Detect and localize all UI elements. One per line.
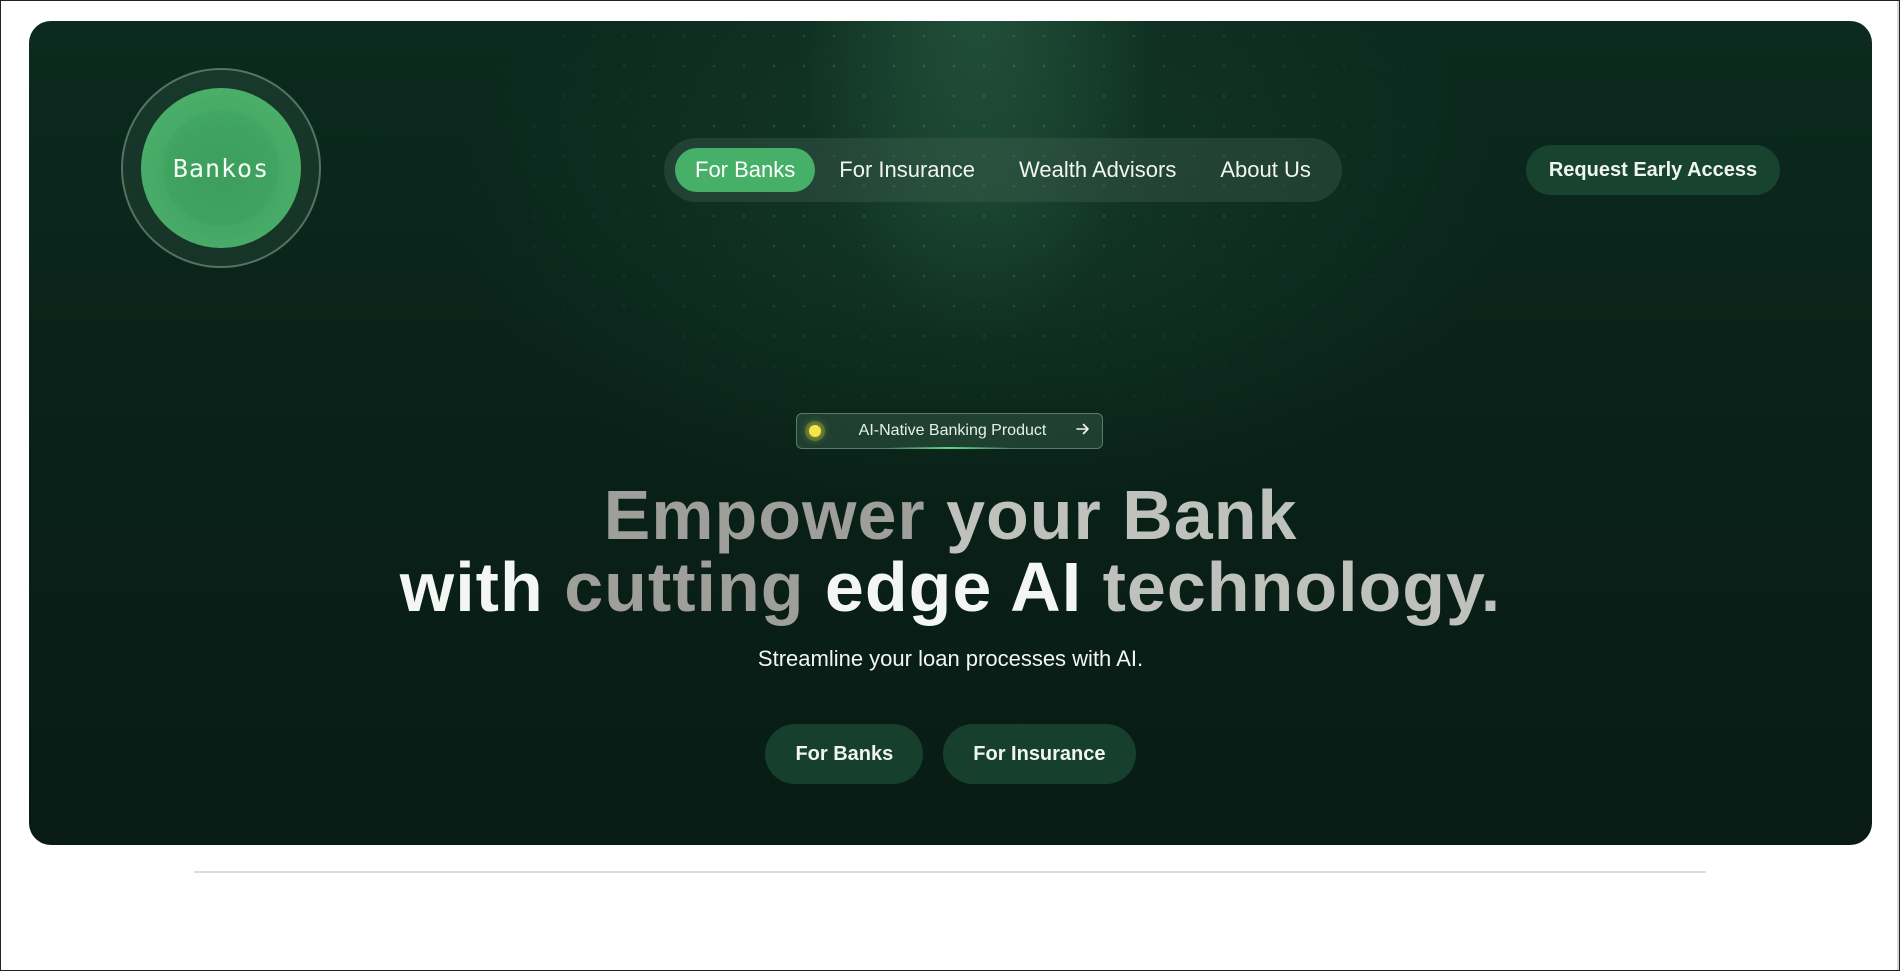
product-badge[interactable]: AI-Native Banking Product: [796, 413, 1103, 449]
logo[interactable]: Bankos: [121, 68, 321, 268]
logo-text: Bankos: [172, 153, 270, 183]
nav-item-about-us[interactable]: About Us: [1200, 148, 1331, 192]
headline-word: Empower: [603, 476, 926, 554]
section-divider: [194, 871, 1706, 873]
hero-button-row: For Banks For Insurance: [29, 724, 1872, 784]
scrollbar[interactable]: [1897, 1, 1899, 970]
request-early-access-button[interactable]: Request Early Access: [1526, 145, 1780, 195]
headline-word: AI: [1010, 548, 1083, 626]
headline-line-1: Empower your Bank: [29, 479, 1872, 551]
headline-word: cutting: [564, 548, 805, 626]
headline-line-2: with cutting edge AI technology.: [29, 551, 1872, 623]
dot-grid-background: [309, 21, 1609, 541]
for-insurance-button[interactable]: For Insurance: [943, 724, 1136, 784]
headline-word: technology.: [1102, 548, 1502, 626]
arrow-right-icon: [1076, 422, 1090, 440]
logo-disc: Bankos: [141, 88, 301, 248]
hero-subhead: Streamline your loan processes with AI.: [757, 646, 1144, 671]
page-viewport: Bankos For Banks For Insurance Wealth Ad…: [0, 0, 1900, 971]
hero-section: Bankos For Banks For Insurance Wealth Ad…: [29, 21, 1872, 845]
headline-word: edge: [824, 548, 993, 626]
headline-word: Bank: [1122, 476, 1298, 554]
nav-item-for-banks[interactable]: For Banks: [675, 148, 816, 192]
for-banks-button[interactable]: For Banks: [765, 724, 924, 784]
nav-item-wealth-advisors[interactable]: Wealth Advisors: [999, 148, 1196, 192]
nav-item-for-insurance[interactable]: For Insurance: [819, 148, 995, 192]
badge-label: AI-Native Banking Product: [858, 422, 1047, 439]
main-nav: For Banks For Insurance Wealth Advisors …: [664, 138, 1342, 202]
status-dot-icon: [809, 425, 821, 437]
hero-headline: Empower your Bank with cutting edge AI t…: [29, 479, 1872, 623]
headline-word: your: [946, 476, 1102, 554]
headline-word: with: [399, 548, 544, 626]
